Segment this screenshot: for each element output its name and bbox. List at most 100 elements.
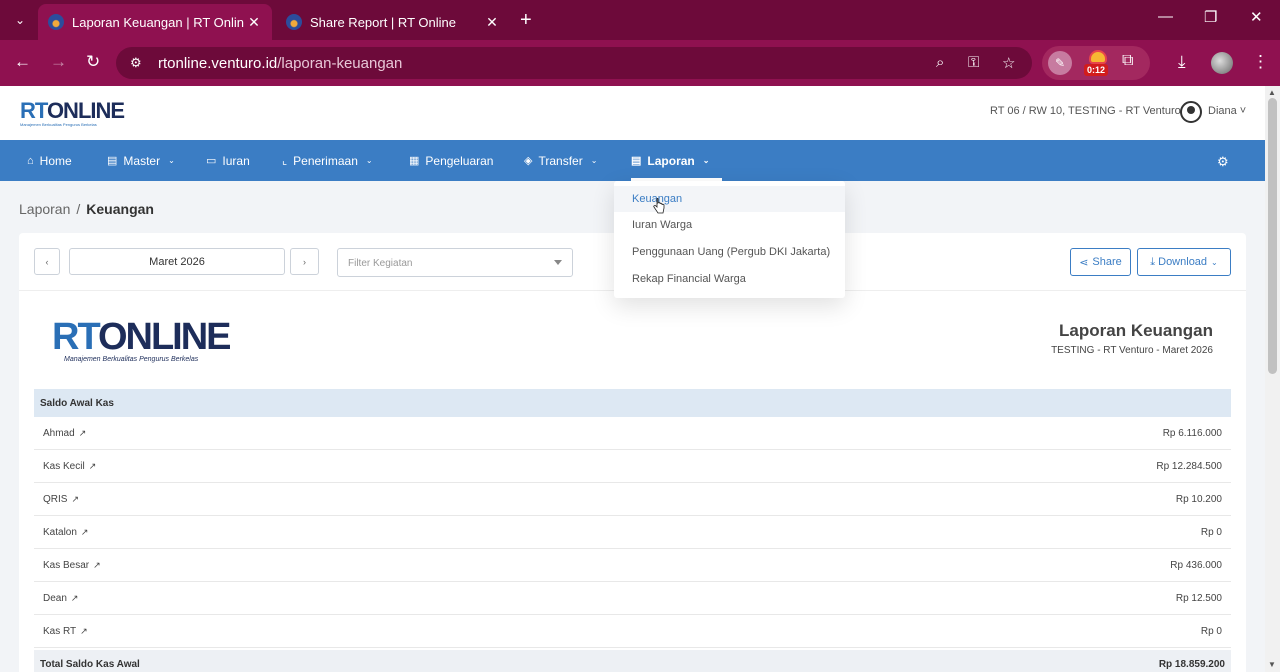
receipt-icon: ▦ bbox=[409, 155, 420, 167]
window-restore-icon[interactable]: ❐ bbox=[1204, 8, 1217, 26]
app-topbar: RTONLINE Manajemen Berkualitas Pengurus … bbox=[0, 86, 1265, 140]
menu-item-iuran-warga[interactable]: Iuran Warga bbox=[614, 212, 845, 238]
window-minimize-icon[interactable]: — bbox=[1158, 8, 1173, 25]
document-icon: ▤ bbox=[107, 155, 118, 167]
laporan-dropdown-menu: Keuangan Iuran Warga Penggunaan Uang (Pe… bbox=[614, 181, 845, 298]
user-menu[interactable]: Diana ˅ bbox=[1208, 105, 1246, 117]
prev-period-button[interactable]: ‹ bbox=[34, 248, 60, 275]
settings-gear-icon[interactable]: ⚙ bbox=[1217, 154, 1229, 170]
external-link-icon: ↗ bbox=[80, 527, 89, 537]
nav-penerimaan[interactable]: ⌞ Penerimaan ⌄ bbox=[282, 140, 373, 181]
chevron-down-icon: ⌄ bbox=[1211, 257, 1218, 267]
account-link[interactable]: QRIS ↗ bbox=[43, 494, 79, 505]
section-header-saldo-awal: Saldo Awal Kas bbox=[34, 389, 1231, 417]
window-close-icon[interactable]: ✕ bbox=[1250, 8, 1263, 26]
recorder-extension-icon[interactable]: 0:12 bbox=[1084, 48, 1110, 78]
rtonline-favicon-icon bbox=[286, 14, 302, 30]
zoom-icon[interactable]: ⌕ bbox=[936, 54, 944, 71]
chevron-down-icon: ⌄ bbox=[365, 156, 373, 165]
tab-close-icon[interactable]: ✕ bbox=[482, 14, 502, 31]
report-card: ‹ Maret 2026 › Filter Kegiatan ⋖ Share ⤓ D… bbox=[19, 233, 1246, 672]
external-link-icon: ↗ bbox=[93, 560, 101, 570]
external-link-icon: ↗ bbox=[70, 593, 79, 603]
external-link-icon: ↗ bbox=[78, 428, 87, 438]
nav-laporan[interactable]: ▤ Laporan ⌄ bbox=[631, 140, 722, 181]
tab-close-icon[interactable]: ✕ bbox=[244, 14, 264, 31]
nav-home[interactable]: ⌂ Home bbox=[27, 140, 72, 181]
rtonline-favicon-icon bbox=[48, 14, 64, 30]
hand-cursor-icon bbox=[653, 198, 665, 214]
report-subtitle: TESTING - RT Venturo - Maret 2026 bbox=[1051, 345, 1213, 356]
download-button[interactable]: ⤓ Download ⌄ bbox=[1137, 248, 1231, 276]
account-link[interactable]: Kas Besar ↗ bbox=[43, 560, 101, 571]
report-logo: RTONLINE Manajemen Berkualitas Pengurus … bbox=[52, 316, 232, 363]
card-icon: ▭ bbox=[206, 155, 217, 167]
total-row: Total Saldo Kas Awal Rp 18.859.200 bbox=[34, 650, 1231, 672]
table-row: Kas Kecil ↗ Rp 12.284.500 bbox=[34, 450, 1231, 483]
table-row: Ahmad ↗ Rp 6.116.000 bbox=[34, 417, 1231, 450]
rtonline-logo[interactable]: RTONLINE Manajemen Berkualitas Pengurus … bbox=[20, 98, 125, 127]
browser-tab[interactable]: Share Report | RT Online ✕ bbox=[276, 4, 510, 40]
chevron-down-icon: ⌄ bbox=[702, 156, 710, 165]
user-avatar-icon[interactable] bbox=[1180, 101, 1202, 123]
url-text[interactable]: rtonline.venturo.id/laporan-keuangan bbox=[158, 55, 402, 72]
reload-icon[interactable]: ↻ bbox=[86, 52, 100, 72]
account-link[interactable]: Ahmad ↗ bbox=[43, 428, 86, 439]
document-icon: ▤ bbox=[631, 155, 642, 167]
menu-item-rekap-financial[interactable]: Rekap Financial Warga bbox=[614, 266, 845, 292]
download-icon: ⤓ bbox=[1150, 255, 1156, 268]
tag-icon: ◈ bbox=[524, 155, 533, 167]
table-row: Kas RT ↗ Rp 0 bbox=[34, 615, 1231, 648]
tab-title: Laporan Keuangan | RT Online bbox=[72, 14, 244, 30]
browser-menu-icon[interactable]: ⋮ bbox=[1252, 52, 1269, 72]
account-link[interactable]: Dean ↗ bbox=[43, 593, 78, 604]
forward-arrow-icon[interactable]: → bbox=[50, 52, 67, 72]
back-arrow-icon[interactable]: ← bbox=[14, 52, 31, 72]
tab-title: Share Report | RT Online bbox=[310, 14, 456, 30]
extensions-group: ✎ 0:12 ⧉ bbox=[1042, 46, 1150, 80]
organization-label: RT 06 / RW 10, TESTING - RT Venturo bbox=[990, 105, 1181, 117]
period-picker[interactable]: Maret 2026 bbox=[69, 248, 285, 275]
password-key-icon[interactable]: ⚿ bbox=[968, 54, 979, 71]
menu-item-keuangan[interactable]: Keuangan bbox=[614, 186, 845, 212]
table-row: Kas Besar ↗ Rp 436.000 bbox=[34, 549, 1231, 582]
external-link-icon: ↗ bbox=[71, 494, 79, 504]
breadcrumb-parent[interactable]: Laporan bbox=[19, 201, 70, 217]
table-row: Katalon ↗ Rp 0 bbox=[34, 516, 1231, 549]
chevron-down-icon: ⌄ bbox=[590, 156, 598, 165]
new-tab-plus-icon[interactable]: + bbox=[520, 10, 532, 30]
chart-icon: ⌞ bbox=[282, 155, 288, 167]
menu-item-penggunaan-uang[interactable]: Penggunaan Uang (Pergub DKI Jakarta) bbox=[614, 239, 845, 265]
extensions-puzzle-icon[interactable]: ⧉ bbox=[1122, 52, 1133, 70]
breadcrumb: Laporan / Keuangan bbox=[19, 201, 154, 217]
account-link[interactable]: Katalon ↗ bbox=[43, 527, 88, 538]
nav-pengeluaran[interactable]: ▦ Pengeluaran bbox=[409, 140, 493, 181]
feather-extension-icon[interactable]: ✎ bbox=[1048, 51, 1072, 75]
address-bar[interactable]: ⚙ rtonline.venturo.id/laporan-keuangan ⌕… bbox=[116, 47, 1032, 79]
table-row: QRIS ↗ Rp 10.200 bbox=[34, 483, 1231, 516]
external-link-icon: ↗ bbox=[88, 461, 97, 471]
scroll-down-icon: ▼ bbox=[1268, 660, 1276, 669]
scrollbar-thumb[interactable] bbox=[1268, 98, 1277, 374]
site-settings-icon[interactable]: ⚙ bbox=[130, 55, 142, 71]
bookmark-star-icon[interactable]: ☆ bbox=[1002, 54, 1015, 72]
share-button[interactable]: ⋖ Share bbox=[1070, 248, 1131, 276]
download-icon[interactable]: ⤓ bbox=[1178, 52, 1186, 72]
next-period-button[interactable]: › bbox=[290, 248, 319, 275]
report-title: Laporan Keuangan bbox=[1059, 321, 1213, 340]
browser-tab-active[interactable]: Laporan Keuangan | RT Online ✕ bbox=[38, 4, 272, 40]
nav-transfer[interactable]: ◈ Transfer ⌄ bbox=[524, 140, 597, 181]
nav-iuran[interactable]: ▭ Iuran bbox=[206, 140, 250, 181]
external-link-icon: ↗ bbox=[80, 626, 88, 636]
page-scrollbar[interactable]: ▲ ▼ bbox=[1265, 86, 1280, 672]
tab-search-chevron-icon[interactable]: ⌄ bbox=[8, 8, 32, 32]
table-row: Dean ↗ Rp 12.500 bbox=[34, 582, 1231, 615]
page-viewport: RTONLINE Manajemen Berkualitas Pengurus … bbox=[0, 86, 1265, 672]
profile-avatar[interactable] bbox=[1211, 52, 1233, 74]
kegiatan-filter-select[interactable]: Filter Kegiatan bbox=[337, 248, 573, 277]
account-link[interactable]: Kas RT ↗ bbox=[43, 626, 88, 637]
chevron-down-icon: ⌄ bbox=[168, 156, 175, 165]
nav-master[interactable]: ▤ Master ⌄ bbox=[107, 140, 175, 181]
account-link[interactable]: Kas Kecil ↗ bbox=[43, 461, 96, 472]
extension-badge: 0:12 bbox=[1084, 64, 1109, 76]
